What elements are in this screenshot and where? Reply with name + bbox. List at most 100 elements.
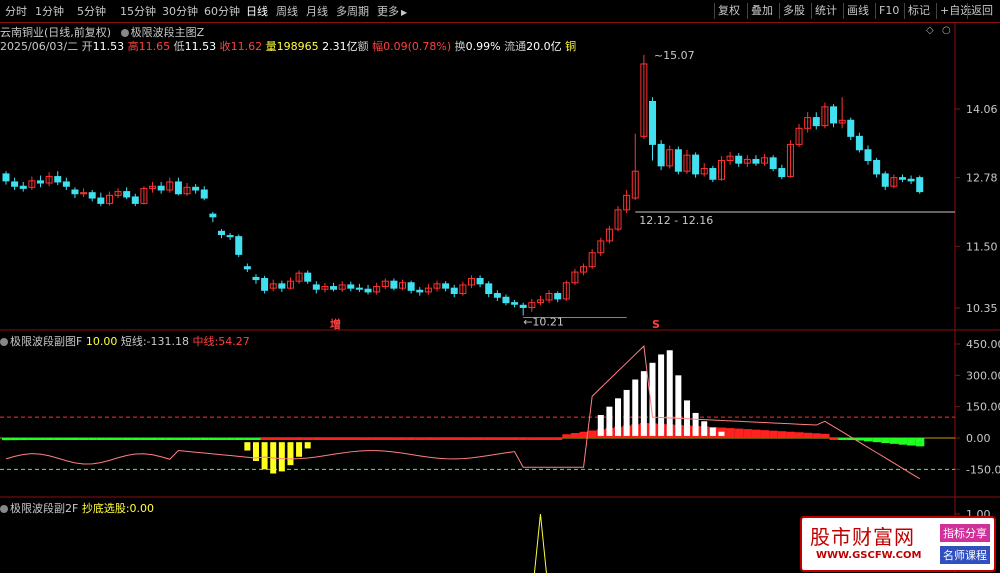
candle-body	[278, 283, 286, 289]
ind1-band-bar	[467, 438, 477, 440]
candle-body	[692, 154, 700, 175]
ind1-band-bar	[277, 438, 287, 440]
ind1-band-bar	[803, 432, 813, 438]
candle-body	[442, 283, 450, 289]
candle-body	[450, 287, 458, 295]
kline-chart[interactable]: 14.06 12.78 11.50 10.35 ~15.07 ←10.21 12.12 - …	[0, 0, 1000, 573]
ind1-band-bar	[424, 438, 433, 440]
ind1-band-bar	[562, 434, 571, 438]
candle-body	[916, 177, 924, 193]
watermark-tag1: 指标分享	[940, 524, 990, 542]
ind1-yellow-bar	[244, 442, 251, 451]
watermark-url: WWW.GSCFW.COM	[816, 550, 922, 561]
ind1-band-bar	[45, 438, 54, 440]
candle-body	[898, 177, 906, 180]
candle-body	[416, 289, 424, 293]
candle-body	[131, 196, 139, 204]
ind1-band-bar	[381, 438, 390, 440]
main-axis-label: 10.35	[966, 302, 998, 315]
candle-body	[174, 181, 182, 195]
ind1-white-bar	[701, 421, 708, 436]
ind1-white-bar	[640, 371, 647, 436]
ind1-band-bar	[881, 438, 890, 444]
candle-body	[847, 119, 855, 137]
ind1-band-bar	[183, 438, 192, 440]
ind1-band-bar	[217, 438, 227, 440]
candle-body	[476, 277, 484, 285]
candle-body	[200, 189, 208, 199]
ind1-white-bar	[666, 350, 673, 436]
ind1-band-bar	[226, 438, 235, 440]
ind1-band-bar	[269, 438, 278, 440]
candle-body	[157, 185, 165, 191]
ind1-line	[5, 345, 920, 480]
ind1-band-bar	[519, 438, 528, 440]
ind1-band-bar	[398, 438, 408, 440]
ind1-band-bar	[838, 438, 847, 440]
ind1-band-bar	[476, 438, 485, 440]
ind1-band-bar	[139, 438, 149, 440]
ind1-band-bar	[415, 438, 425, 440]
ind1-band-bar	[53, 438, 63, 440]
ind1-band-bar	[295, 438, 304, 440]
candle-body	[674, 149, 682, 172]
ind1-white-bar	[683, 400, 690, 436]
ind1-band-bar	[734, 428, 744, 438]
low-annotation: ←10.21	[523, 316, 564, 329]
candle-body	[252, 276, 260, 281]
ind2-signal-spike	[533, 513, 547, 573]
candle-body	[812, 117, 820, 127]
ind1-band-bar	[208, 438, 218, 440]
ind1-band-bar	[79, 438, 89, 440]
ind1-white-bar	[718, 431, 725, 436]
ind1-band-bar	[751, 429, 761, 438]
ind1-band-bar	[312, 438, 321, 440]
ind1-axis-label: 0.00	[966, 432, 991, 445]
ind1-band-bar	[260, 438, 270, 440]
ind1-white-bar	[623, 389, 630, 436]
ind1-band-bar	[243, 438, 252, 440]
candle-body	[864, 149, 872, 161]
ind1-band-bar	[760, 430, 770, 438]
ind1-band-bar	[251, 438, 261, 440]
ind1-yellow-bar	[296, 442, 303, 457]
ind1-band-bar	[338, 438, 347, 440]
main-axis-label: 14.06	[966, 103, 998, 116]
ind1-band-bar	[769, 430, 778, 438]
candle-body	[235, 236, 243, 255]
ind1-band-bar	[105, 438, 115, 440]
ind1-white-bar	[675, 375, 682, 436]
ind1-band-bar	[364, 438, 373, 440]
candle-body	[11, 181, 19, 187]
ind1-band-bar	[864, 438, 873, 442]
ind1-band-bar	[536, 438, 546, 440]
candle-body	[226, 235, 234, 238]
main-axis-label: 12.78	[966, 172, 998, 185]
candle-body	[355, 287, 363, 290]
candle-body	[554, 293, 562, 300]
ind1-band-bar	[346, 438, 356, 440]
ind1-band-bar	[889, 438, 899, 444]
s-marker: S	[652, 318, 660, 331]
main-axis-label: 11.50	[966, 240, 998, 253]
ind1-band-bar	[553, 438, 563, 440]
candle-body	[62, 181, 70, 187]
ind1-band-bar	[484, 438, 494, 440]
ind1-band-bar	[36, 438, 46, 440]
ind1-band-bar	[441, 438, 451, 440]
ind1-band-bar	[777, 431, 787, 438]
ind1-white-bar	[606, 406, 613, 436]
ind1-white-bar	[692, 412, 699, 436]
candle-body	[519, 304, 527, 308]
candle-body	[778, 168, 786, 178]
ind1-band-bar	[872, 438, 882, 443]
ind1-band-bar	[501, 438, 511, 440]
ind1-band-bar	[372, 438, 382, 440]
ind1-band-bar	[10, 438, 20, 441]
candle-body	[123, 191, 131, 198]
candle-body	[364, 288, 372, 293]
candle-body	[855, 135, 863, 151]
candle-body	[347, 284, 355, 289]
candle-body	[881, 173, 889, 187]
ind1-band-bar	[743, 429, 752, 438]
